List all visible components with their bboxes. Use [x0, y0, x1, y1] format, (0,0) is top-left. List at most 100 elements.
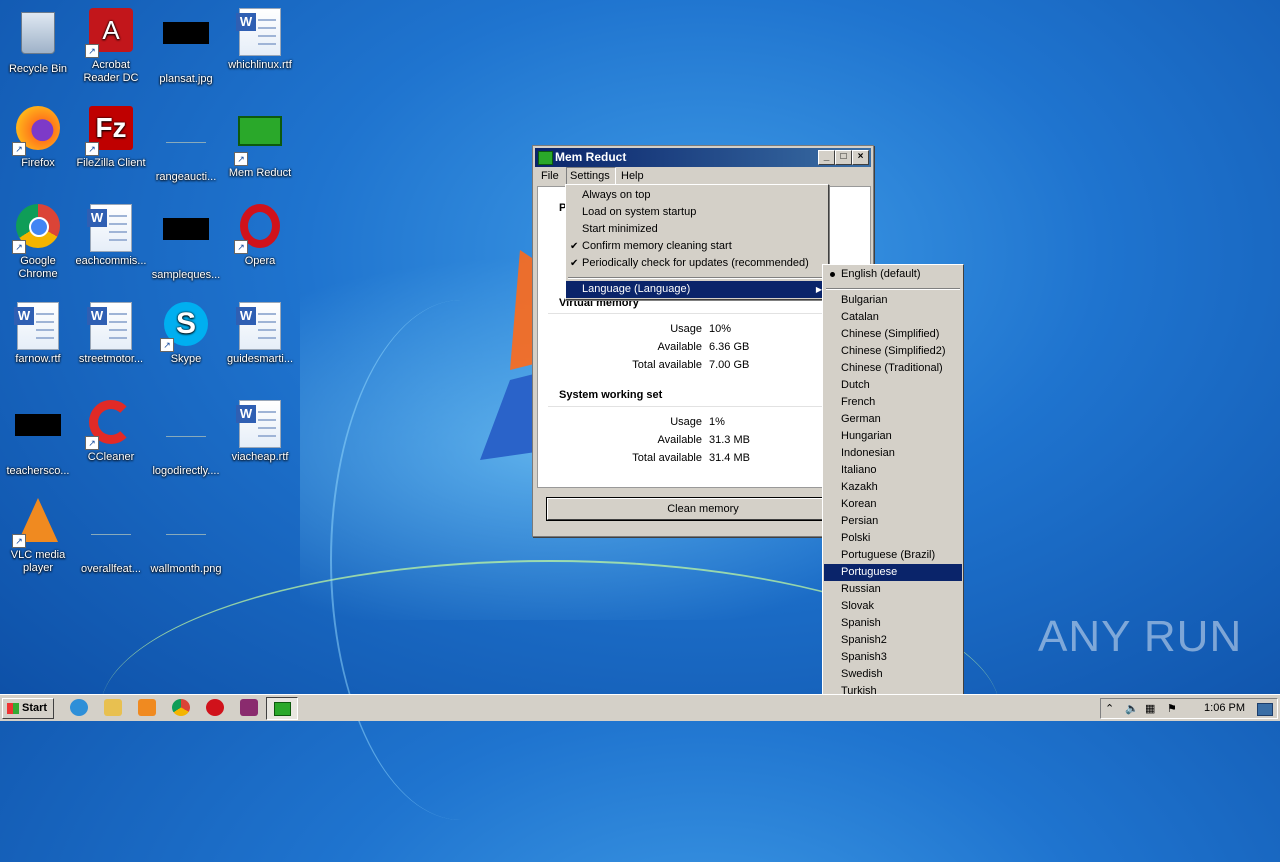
internet-explorer-icon[interactable]: [70, 699, 88, 716]
shortcut-arrow-icon: ↗: [85, 142, 99, 156]
desktop-icon[interactable]: Recycle Bin: [0, 8, 76, 76]
menu-item-always-on-top[interactable]: Always on top: [566, 187, 828, 204]
blank-file-icon: [162, 414, 210, 462]
opera-icon[interactable]: [206, 699, 224, 716]
language-item[interactable]: Indonesian: [824, 445, 962, 462]
action-center-flag-icon[interactable]: ⚑: [1167, 702, 1177, 715]
language-item[interactable]: Persian: [824, 513, 962, 530]
taskbar-mem-reduct[interactable]: [266, 697, 298, 720]
desktop-icon[interactable]: ↗ Google Chrome: [0, 204, 76, 281]
language-item[interactable]: Portuguese (Brazil): [824, 547, 962, 564]
language-item[interactable]: Bulgarian: [824, 292, 962, 309]
language-item[interactable]: Chinese (Simplified2): [824, 343, 962, 360]
desktop-icon[interactable]: wallmonth.png: [148, 498, 224, 576]
file-explorer-icon[interactable]: [104, 699, 122, 716]
minimize-button[interactable]: _: [818, 150, 835, 165]
desktop-icon[interactable]: ↗ VLC media player: [0, 498, 76, 575]
menu-item-confirm-cleaning[interactable]: ✔ Confirm memory cleaning start: [566, 238, 828, 255]
window-title: Mem Reduct: [555, 150, 627, 164]
desktop-icon-label: streetmotor...: [78, 353, 144, 365]
media-player-icon[interactable]: [138, 699, 156, 716]
menu-bar: File Settings Help: [535, 167, 871, 186]
language-item[interactable]: Hungarian: [824, 428, 962, 445]
language-item-default[interactable]: English (default): [824, 266, 962, 283]
desktop-icon[interactable]: teachersco...: [0, 400, 76, 478]
language-submenu: English (default) Bulgarian Catalan Chines…: [822, 264, 964, 720]
start-button[interactable]: Start: [2, 698, 54, 719]
language-item[interactable]: Dutch: [824, 377, 962, 394]
menu-item-check-updates[interactable]: ✔ Periodically check for updates (recomm…: [566, 255, 828, 272]
desktop-icon[interactable]: overallfeat...: [73, 498, 149, 576]
window-titlebar[interactable]: Mem Reduct _ □ ×: [535, 148, 871, 167]
desktop-icon[interactable]: plansat.jpg: [148, 8, 224, 86]
desktop-icon[interactable]: Weachcommis...: [73, 204, 149, 268]
settings-menu: Always on top Load on system startup Sta…: [565, 184, 829, 300]
menu-item-start-minimized[interactable]: Start minimized: [566, 221, 828, 238]
language-label: Chinese (Simplified2): [841, 345, 946, 357]
language-item[interactable]: Swedish: [824, 666, 962, 683]
desktop-icon-label: guidesmarti...: [226, 353, 294, 365]
maximize-button[interactable]: □: [835, 150, 852, 165]
desktop-icon[interactable]: logodirectly....: [148, 400, 224, 478]
desktop-icon[interactable]: ↗ Opera: [222, 204, 298, 268]
menu-help[interactable]: Help: [621, 170, 644, 182]
show-desktop-icon[interactable]: [1257, 703, 1273, 716]
language-item[interactable]: French: [824, 394, 962, 411]
desktop-icon-label: logodirectly....: [152, 465, 220, 477]
language-item[interactable]: Russian: [824, 581, 962, 598]
menu-item-load-on-startup[interactable]: Load on system startup: [566, 204, 828, 221]
recycle-bin-icon: [14, 12, 62, 60]
menu-item-label: Confirm memory cleaning start: [582, 240, 732, 252]
desktop-icon[interactable]: ↗ CCleaner: [73, 400, 149, 464]
image-file-icon: [162, 22, 210, 70]
working-available-label: Available: [657, 434, 702, 446]
language-item[interactable]: Polski: [824, 530, 962, 547]
language-item[interactable]: German: [824, 411, 962, 428]
desktop-icon[interactable]: sampleques...: [148, 204, 224, 282]
desktop-icon[interactable]: ↗ Mem Reduct: [222, 106, 298, 180]
desktop-icon[interactable]: ↗ Firefox: [0, 106, 76, 170]
desktop-icon[interactable]: Wwhichlinux.rtf: [222, 8, 298, 72]
desktop-icon[interactable]: A ↗ Acrobat Reader DC: [73, 8, 149, 85]
language-item[interactable]: Chinese (Traditional): [824, 360, 962, 377]
language-label: Chinese (Traditional): [841, 362, 943, 374]
menu-item-language[interactable]: Language (Language) ▶: [566, 281, 828, 298]
clean-memory-button[interactable]: Clean memory: [546, 497, 860, 521]
desktop-icon[interactable]: S ↗ Skype: [148, 302, 224, 366]
chrome-icon[interactable]: [172, 699, 190, 716]
language-item[interactable]: Spanish3: [824, 649, 962, 666]
menu-settings[interactable]: Settings: [570, 170, 610, 182]
desktop-icon[interactable]: rangeaucti...: [148, 106, 224, 184]
desktop-icon[interactable]: Wguidesmarti...: [222, 302, 298, 366]
blank-file-icon: [87, 512, 135, 560]
word-doc-icon: W: [236, 8, 284, 56]
language-item[interactable]: Chinese (Simplified): [824, 326, 962, 343]
menu-separator: [826, 288, 960, 290]
menu-file[interactable]: File: [541, 170, 559, 182]
language-item[interactable]: Slovak: [824, 598, 962, 615]
language-item[interactable]: Spanish2: [824, 632, 962, 649]
language-item[interactable]: Korean: [824, 496, 962, 513]
language-item[interactable]: Portuguese: [824, 564, 962, 581]
winrar-icon[interactable]: [240, 699, 258, 716]
image-file-icon: [162, 218, 210, 266]
network-icon[interactable]: ▦: [1145, 702, 1155, 715]
desktop-icon[interactable]: Wstreetmotor...: [73, 302, 149, 366]
desktop-icon[interactable]: Fz ↗ FileZilla Client: [73, 106, 149, 170]
language-item[interactable]: Spanish: [824, 615, 962, 632]
volume-icon[interactable]: 🔈: [1125, 702, 1139, 715]
desktop-icon[interactable]: Wfarnow.rtf: [0, 302, 76, 366]
language-item[interactable]: Italiano: [824, 462, 962, 479]
desktop-icon-label: Opera: [244, 255, 276, 267]
menu-item-label: Always on top: [582, 189, 651, 201]
desktop-icon[interactable]: Wviacheap.rtf: [222, 400, 298, 464]
clock[interactable]: 1:06 PM: [1204, 702, 1245, 714]
language-item[interactable]: Catalan: [824, 309, 962, 326]
language-item[interactable]: Kazakh: [824, 479, 962, 496]
show-hidden-icons-icon[interactable]: ⌃: [1105, 702, 1114, 715]
desktop-icon-label: rangeaucti...: [155, 171, 217, 183]
close-button[interactable]: ×: [852, 150, 869, 165]
start-label: Start: [22, 702, 48, 714]
virtual-available-label: Available: [657, 341, 702, 353]
shortcut-arrow-icon: ↗: [85, 44, 99, 58]
